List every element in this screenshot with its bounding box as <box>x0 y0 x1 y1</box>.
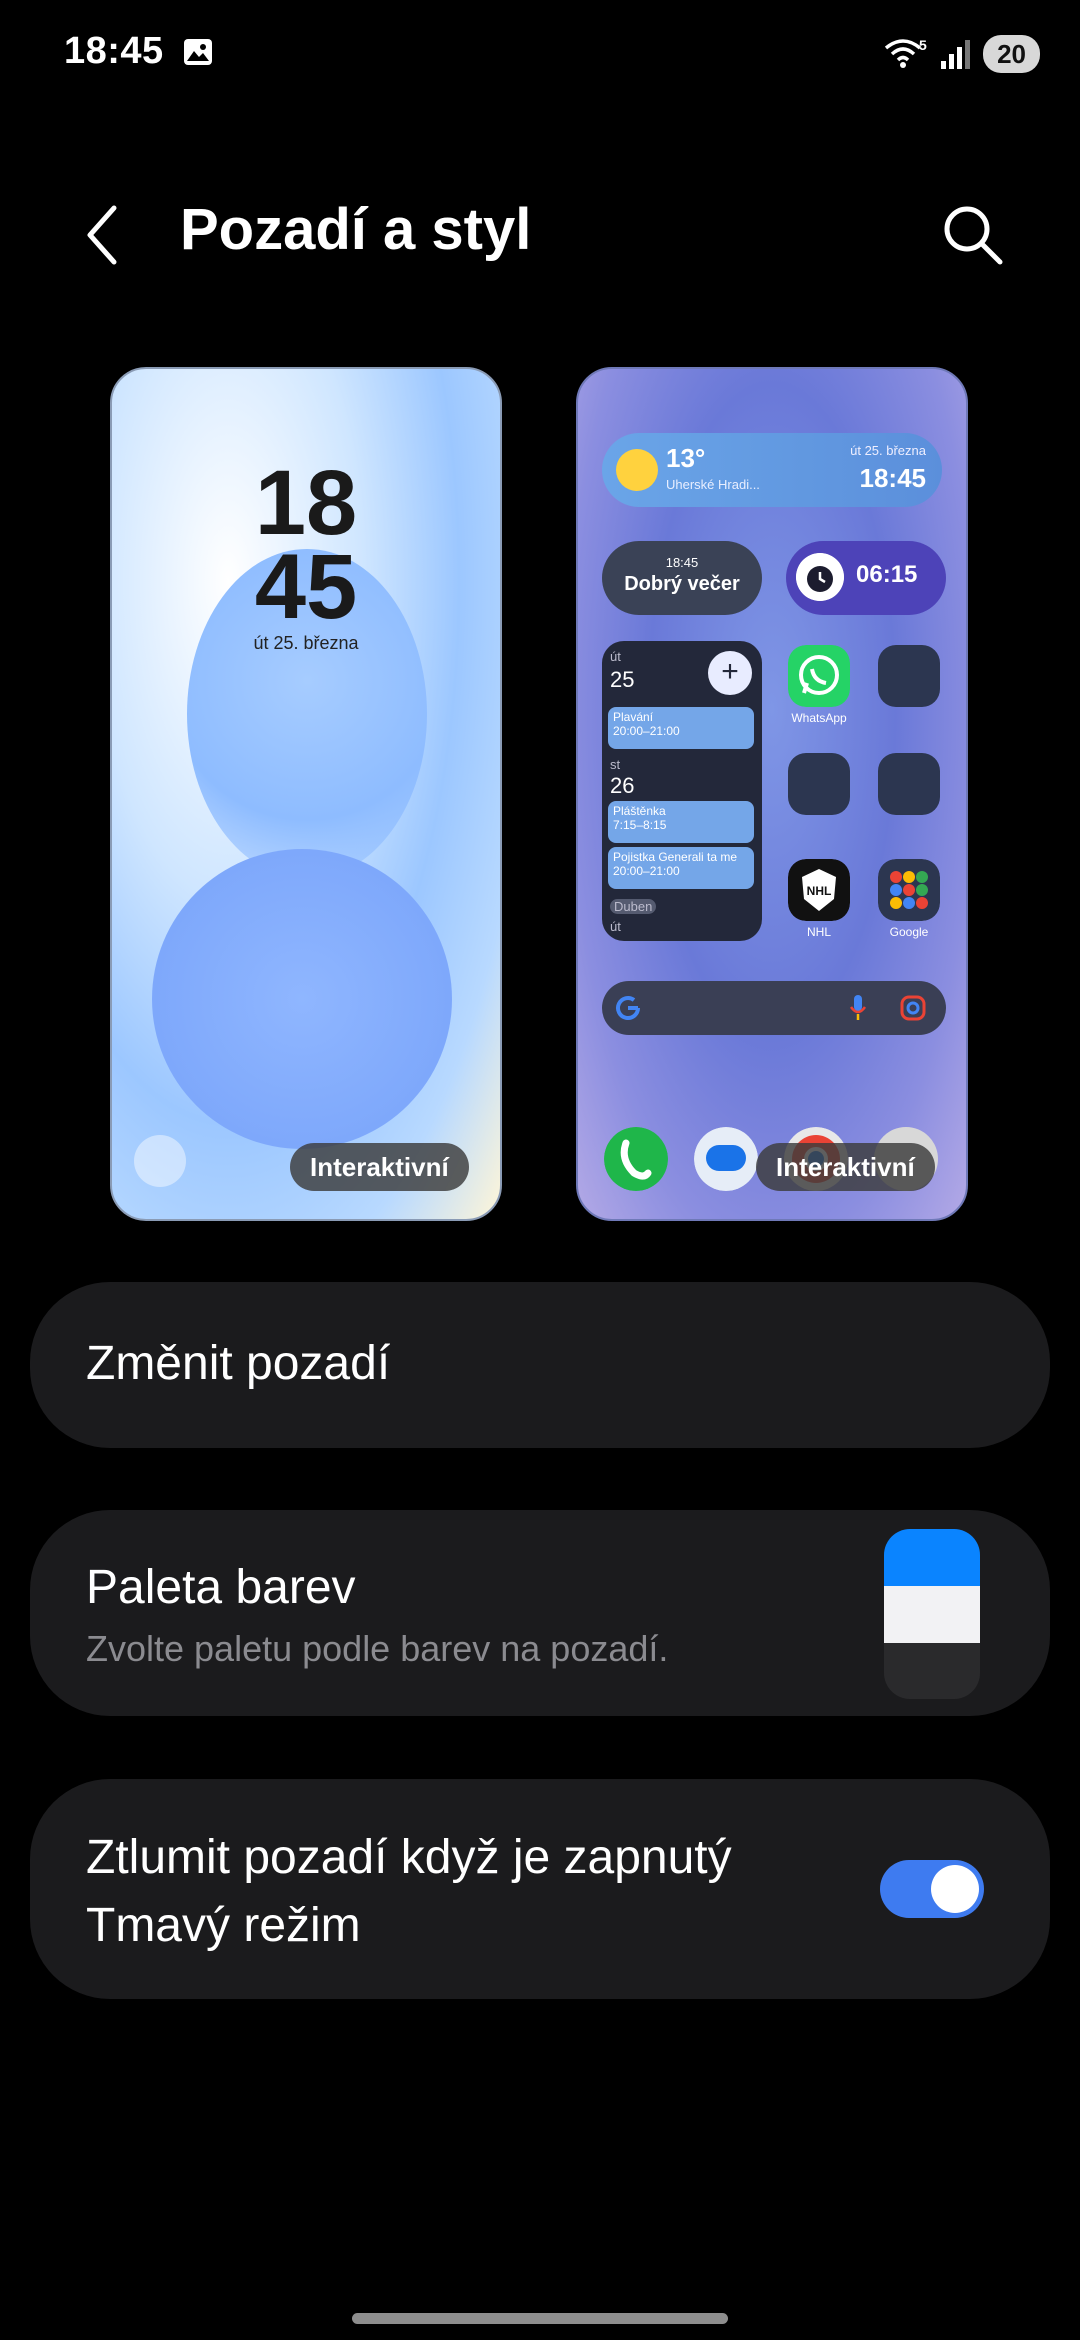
home-screen-preview[interactable]: 13° Uherské Hradi... út 25. března 18:45… <box>576 367 968 1221</box>
dim-wallpaper-label: Ztlumit pozadí když je zapnutý Tmavý rež… <box>86 1824 732 1960</box>
event-time: 20:00–21:00 <box>613 724 680 738</box>
lock-clock-hours: 18 <box>254 452 358 554</box>
svg-text:NHL: NHL <box>807 884 832 898</box>
calendar-day-name: út <box>610 649 621 664</box>
calendar-day-name: st <box>610 757 621 772</box>
google-lens-icon <box>900 995 926 1021</box>
status-right: 5 20 <box>883 34 1040 74</box>
lock-date: út 25. března <box>253 633 359 653</box>
weather-widget: 13° Uherské Hradi... út 25. března 18:45 <box>602 433 942 507</box>
change-wallpaper-button[interactable]: Změnit pozadí <box>30 1282 1050 1448</box>
event-title: Plavání <box>613 710 654 724</box>
calendar-event: Pojistka Generali ta me 20:00–21:00 <box>608 847 754 889</box>
app-folder <box>788 753 850 815</box>
search-icon[interactable] <box>938 200 1008 270</box>
app-folder <box>878 753 940 815</box>
palette-color-tertiary <box>884 1643 980 1699</box>
back-arrow-icon[interactable] <box>78 200 134 270</box>
gallery-notification-icon <box>184 39 212 65</box>
calendar-day-number: 26 <box>610 773 635 798</box>
dim-wallpaper-label-line1: Ztlumit pozadí když je zapnutý <box>86 1831 732 1884</box>
toggle-knob <box>931 1865 979 1913</box>
dim-wallpaper-label-line2: Tmavý režim <box>86 1899 361 1952</box>
phone-app-icon <box>604 1127 668 1191</box>
palette-title: Paleta barev <box>86 1561 356 1614</box>
google-search-widget <box>602 981 946 1035</box>
interactive-badge: Interaktivní <box>756 1143 935 1191</box>
palette-subtitle: Zvolte paletu podle barev na pozadí. <box>86 1628 669 1669</box>
app-label: WhatsApp <box>791 711 847 725</box>
alarm-time: 06:15 <box>856 561 918 588</box>
calendar-widget: út 25 + Plavání 20:00–21:00 st 26 Pláště… <box>602 641 762 941</box>
palette-color-secondary <box>884 1586 980 1643</box>
lock-clock-minutes: 45 <box>254 536 358 638</box>
sun-icon <box>616 449 658 491</box>
alarm-clock-icon <box>796 553 844 601</box>
calendar-event: Plavání 20:00–21:00 <box>608 707 754 749</box>
weather-location: Uherské Hradi... <box>666 477 760 492</box>
app-label: NHL <box>806 925 831 939</box>
signal-icon <box>941 40 971 69</box>
add-event-icon: + <box>708 651 752 695</box>
page-title: Pozadí a styl <box>180 197 532 262</box>
home-indicator-bar[interactable] <box>352 2313 728 2324</box>
event-time: 20:00–21:00 <box>613 864 680 878</box>
palette-swatch[interactable] <box>884 1529 980 1699</box>
app-label: Google <box>889 925 929 939</box>
greeting-widget: 18:45 Dobrý večer <box>602 541 762 615</box>
nhl-icon: NHL <box>788 859 850 921</box>
wallpaper-shape <box>152 849 452 1149</box>
greeting-time: 18:45 <box>665 555 699 570</box>
change-wallpaper-label: Změnit pozadí <box>86 1337 391 1390</box>
calendar-month-badge: Duben <box>610 899 657 914</box>
battery-indicator: 20 <box>983 35 1040 73</box>
greeting-text: Dobrý večer <box>624 573 740 595</box>
event-title: Pláštěnka <box>613 804 666 818</box>
phone-shortcut-icon <box>134 1135 186 1187</box>
status-time: 18:45 <box>64 30 164 72</box>
google-folder-icon <box>878 859 940 921</box>
status-bar: 18:45 5 20 <box>0 0 1080 110</box>
whatsapp-icon <box>788 645 850 707</box>
calendar-day-number: 25 <box>610 667 635 692</box>
messages-app-icon <box>694 1127 758 1191</box>
weather-date: út 25. března <box>850 443 926 458</box>
app-folder <box>878 645 940 707</box>
lock-screen-preview[interactable]: 18 45 út 25. března Interaktivní <box>110 367 502 1221</box>
weather-temp: 13° <box>666 443 706 473</box>
google-g-icon <box>616 996 640 1020</box>
palette-color-primary <box>884 1529 980 1586</box>
event-time: 7:15–8:15 <box>613 818 667 832</box>
mic-icon <box>849 995 867 1020</box>
event-title: Pojistka Generali ta me <box>613 850 738 864</box>
svg-text:5: 5 <box>919 37 927 53</box>
dim-wallpaper-toggle[interactable] <box>880 1860 984 1918</box>
calendar-day-name: út <box>610 919 621 934</box>
interactive-badge: Interaktivní <box>290 1143 469 1191</box>
calendar-event: Pláštěnka 7:15–8:15 <box>608 801 754 843</box>
wifi-icon: 5 <box>884 37 927 68</box>
weather-time: 18:45 <box>859 463 927 493</box>
alarm-widget: 06:15 <box>786 541 946 615</box>
